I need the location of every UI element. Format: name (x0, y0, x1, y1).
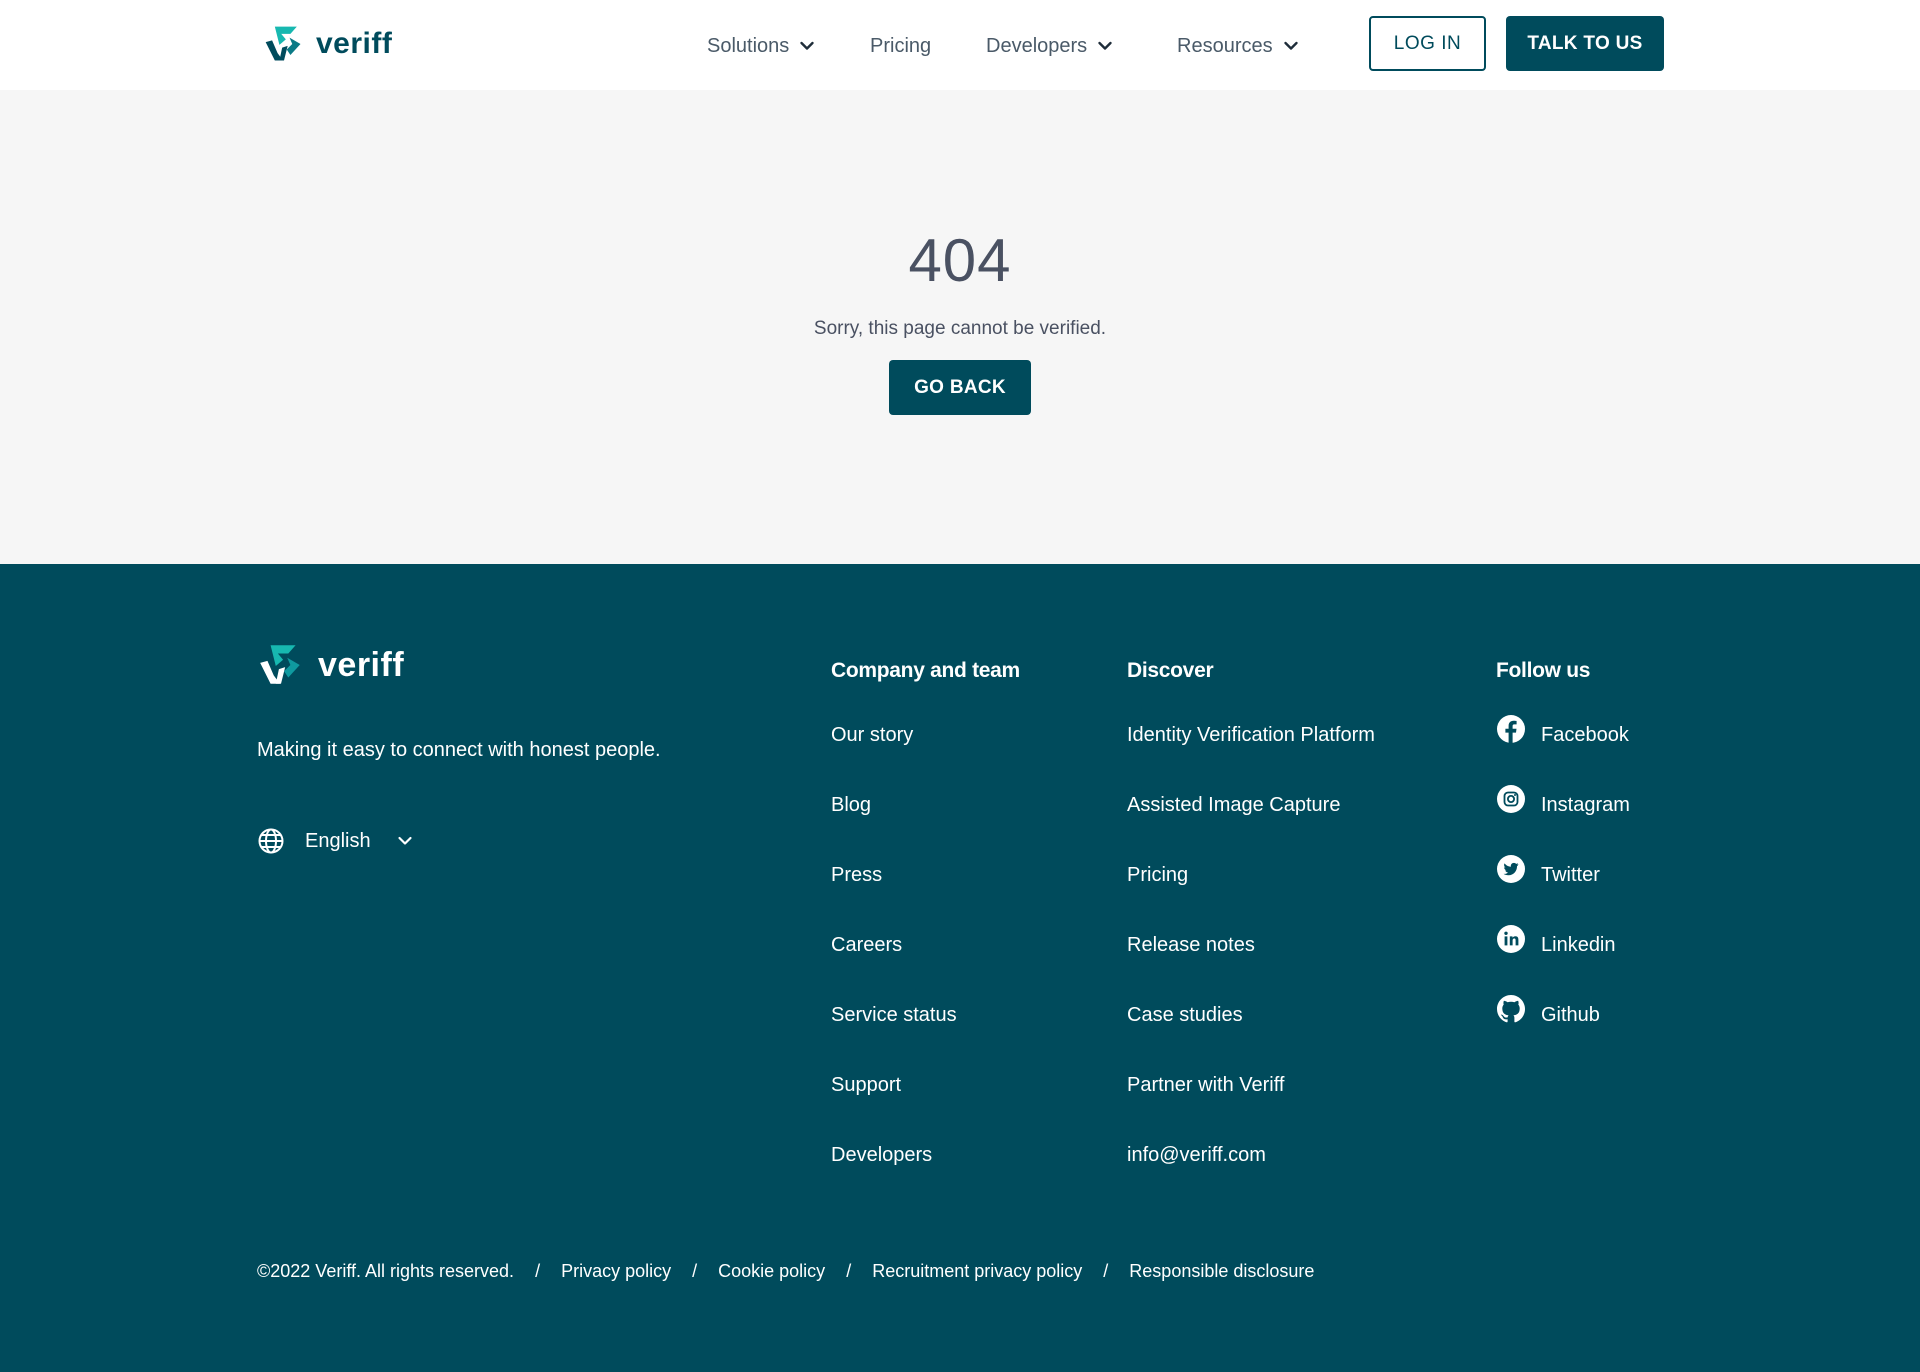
login-button[interactable]: LOG IN (1369, 16, 1486, 71)
list-item: Support (831, 1070, 1020, 1140)
nav-solutions-label: Solutions (707, 34, 790, 57)
linkedin-icon (1497, 925, 1525, 953)
chevron-down-icon (1283, 41, 1298, 50)
footer-link-email[interactable]: info@veriff.com (1127, 1144, 1266, 1166)
footer-link-careers[interactable]: Careers (831, 934, 902, 956)
footer-link-press[interactable]: Press (831, 864, 882, 886)
legal-separator: / (692, 1261, 698, 1281)
language-selector[interactable]: English (257, 826, 413, 856)
social-twitter-label[interactable]: Twitter (1541, 860, 1600, 890)
footer-link-pricing[interactable]: Pricing (1127, 864, 1188, 886)
footer-link-release-notes[interactable]: Release notes (1127, 934, 1255, 956)
footer-link-partner[interactable]: Partner with Veriff (1127, 1074, 1284, 1096)
footer-tagline: Making it easy to connect with honest pe… (257, 739, 661, 761)
error-section: 404 Sorry, this page cannot be verified.… (0, 90, 1920, 564)
nav-developers-label: Developers (986, 34, 1088, 57)
nav-pricing-label: Pricing (870, 34, 932, 57)
responsible-disclosure-link[interactable]: Responsible disclosure (1129, 1261, 1314, 1282)
list-item: Careers (831, 930, 1020, 1000)
legal-separator: / (1103, 1261, 1109, 1281)
cookie-policy-link[interactable]: Cookie policy (718, 1261, 825, 1282)
nav-solutions[interactable]: Solutions (707, 30, 815, 62)
footer-link-service-status[interactable]: Service status (831, 1004, 957, 1026)
footer-link-list: Our story Blog Press Careers Service sta… (831, 720, 1020, 1210)
footer-col-title: Follow us (1496, 659, 1591, 682)
list-item: Release notes (1127, 930, 1375, 1000)
footer-link-image-capture[interactable]: Assisted Image Capture (1127, 794, 1340, 816)
list-item: Press (831, 860, 1020, 930)
list-item: Pricing (1127, 860, 1375, 930)
footer-col-company: Company and team Our story Blog Press Ca… (831, 656, 1020, 1210)
footer-col-discover: Discover Identity Verification Platform … (1127, 656, 1375, 1210)
chevron-down-icon (1098, 41, 1112, 50)
list-item: Service status (831, 1000, 1020, 1070)
social-twitter[interactable]: Twitter (1496, 855, 1630, 930)
footer-link-blog[interactable]: Blog (831, 794, 871, 816)
social-github[interactable]: Github (1496, 995, 1630, 1070)
footer-logo-link[interactable]: veriff (256, 640, 404, 690)
language-label: English (305, 829, 371, 852)
social-facebook[interactable]: Facebook (1496, 715, 1630, 790)
nav-resources-label: Resources (1177, 34, 1273, 57)
list-item: Blog (831, 790, 1020, 860)
footer-link-support[interactable]: Support (831, 1074, 901, 1096)
social-linkedin[interactable]: Linkedin (1496, 925, 1630, 1000)
legal-separator: / (535, 1261, 541, 1281)
list-item: Our story (831, 720, 1020, 790)
list-item: Developers (831, 1140, 1020, 1210)
veriff-logo-icon (265, 26, 301, 61)
privacy-policy-link[interactable]: Privacy policy (561, 1261, 671, 1282)
social-github-label[interactable]: Github (1541, 1000, 1600, 1030)
copyright-text: ©2022 Veriff. All rights reserved. (257, 1261, 515, 1281)
footer-link-idv-platform[interactable]: Identity Verification Platform (1127, 724, 1375, 746)
chevron-down-icon (398, 836, 412, 845)
logo-link[interactable]: veriff (262, 22, 392, 66)
social-linkedin-label[interactable]: Linkedin (1541, 930, 1616, 960)
list-item: info@veriff.com (1127, 1140, 1375, 1210)
footer-link-developers[interactable]: Developers (831, 1144, 932, 1166)
footer-col-follow: Follow us Facebook Instagram Twitter Lin… (1496, 656, 1630, 1070)
social-instagram[interactable]: Instagram (1496, 785, 1630, 860)
site-header: veriff Solutions Pricing Developers Reso… (0, 0, 1920, 90)
site-footer: veriff Making it easy to connect with ho… (0, 564, 1920, 1372)
list-item: Assisted Image Capture (1127, 790, 1375, 860)
chevron-down-icon (800, 41, 814, 50)
list-item: Case studies (1127, 1000, 1375, 1070)
social-facebook-label[interactable]: Facebook (1541, 720, 1629, 750)
footer-link-our-story[interactable]: Our story (831, 724, 913, 746)
error-code: 404 (908, 227, 1012, 294)
logo-wordmark: veriff (316, 27, 393, 60)
error-message: Sorry, this page cannot be verified. (813, 318, 1107, 339)
list-item: Partner with Veriff (1127, 1070, 1375, 1140)
list-item: Identity Verification Platform (1127, 720, 1375, 790)
go-back-button[interactable]: GO BACK (889, 360, 1031, 415)
twitter-icon (1497, 855, 1525, 883)
facebook-icon (1497, 715, 1525, 743)
instagram-icon (1497, 785, 1525, 813)
footer-link-list: Identity Verification Platform Assisted … (1127, 720, 1375, 1210)
footer-logo-wordmark: veriff (318, 645, 405, 684)
footer-link-case-studies[interactable]: Case studies (1127, 1004, 1243, 1026)
nav-pricing[interactable]: Pricing (870, 30, 931, 62)
social-link-list: Facebook Instagram Twitter Linkedin Gith… (1496, 715, 1630, 1070)
globe-icon (258, 828, 284, 854)
veriff-logo-icon (260, 645, 300, 684)
nav-resources[interactable]: Resources (1177, 30, 1299, 62)
footer-col-title: Discover (1127, 659, 1214, 682)
legal-separator: / (846, 1261, 852, 1281)
legal-bar: ©2022 Veriff. All rights reserved. / Pri… (257, 1261, 1314, 1282)
github-icon (1497, 995, 1525, 1023)
recruitment-privacy-link[interactable]: Recruitment privacy policy (872, 1261, 1082, 1282)
talk-to-us-button[interactable]: TALK TO US (1506, 16, 1664, 71)
nav-developers[interactable]: Developers (986, 30, 1113, 62)
social-instagram-label[interactable]: Instagram (1541, 790, 1630, 820)
footer-col-title: Company and team (831, 659, 1020, 682)
